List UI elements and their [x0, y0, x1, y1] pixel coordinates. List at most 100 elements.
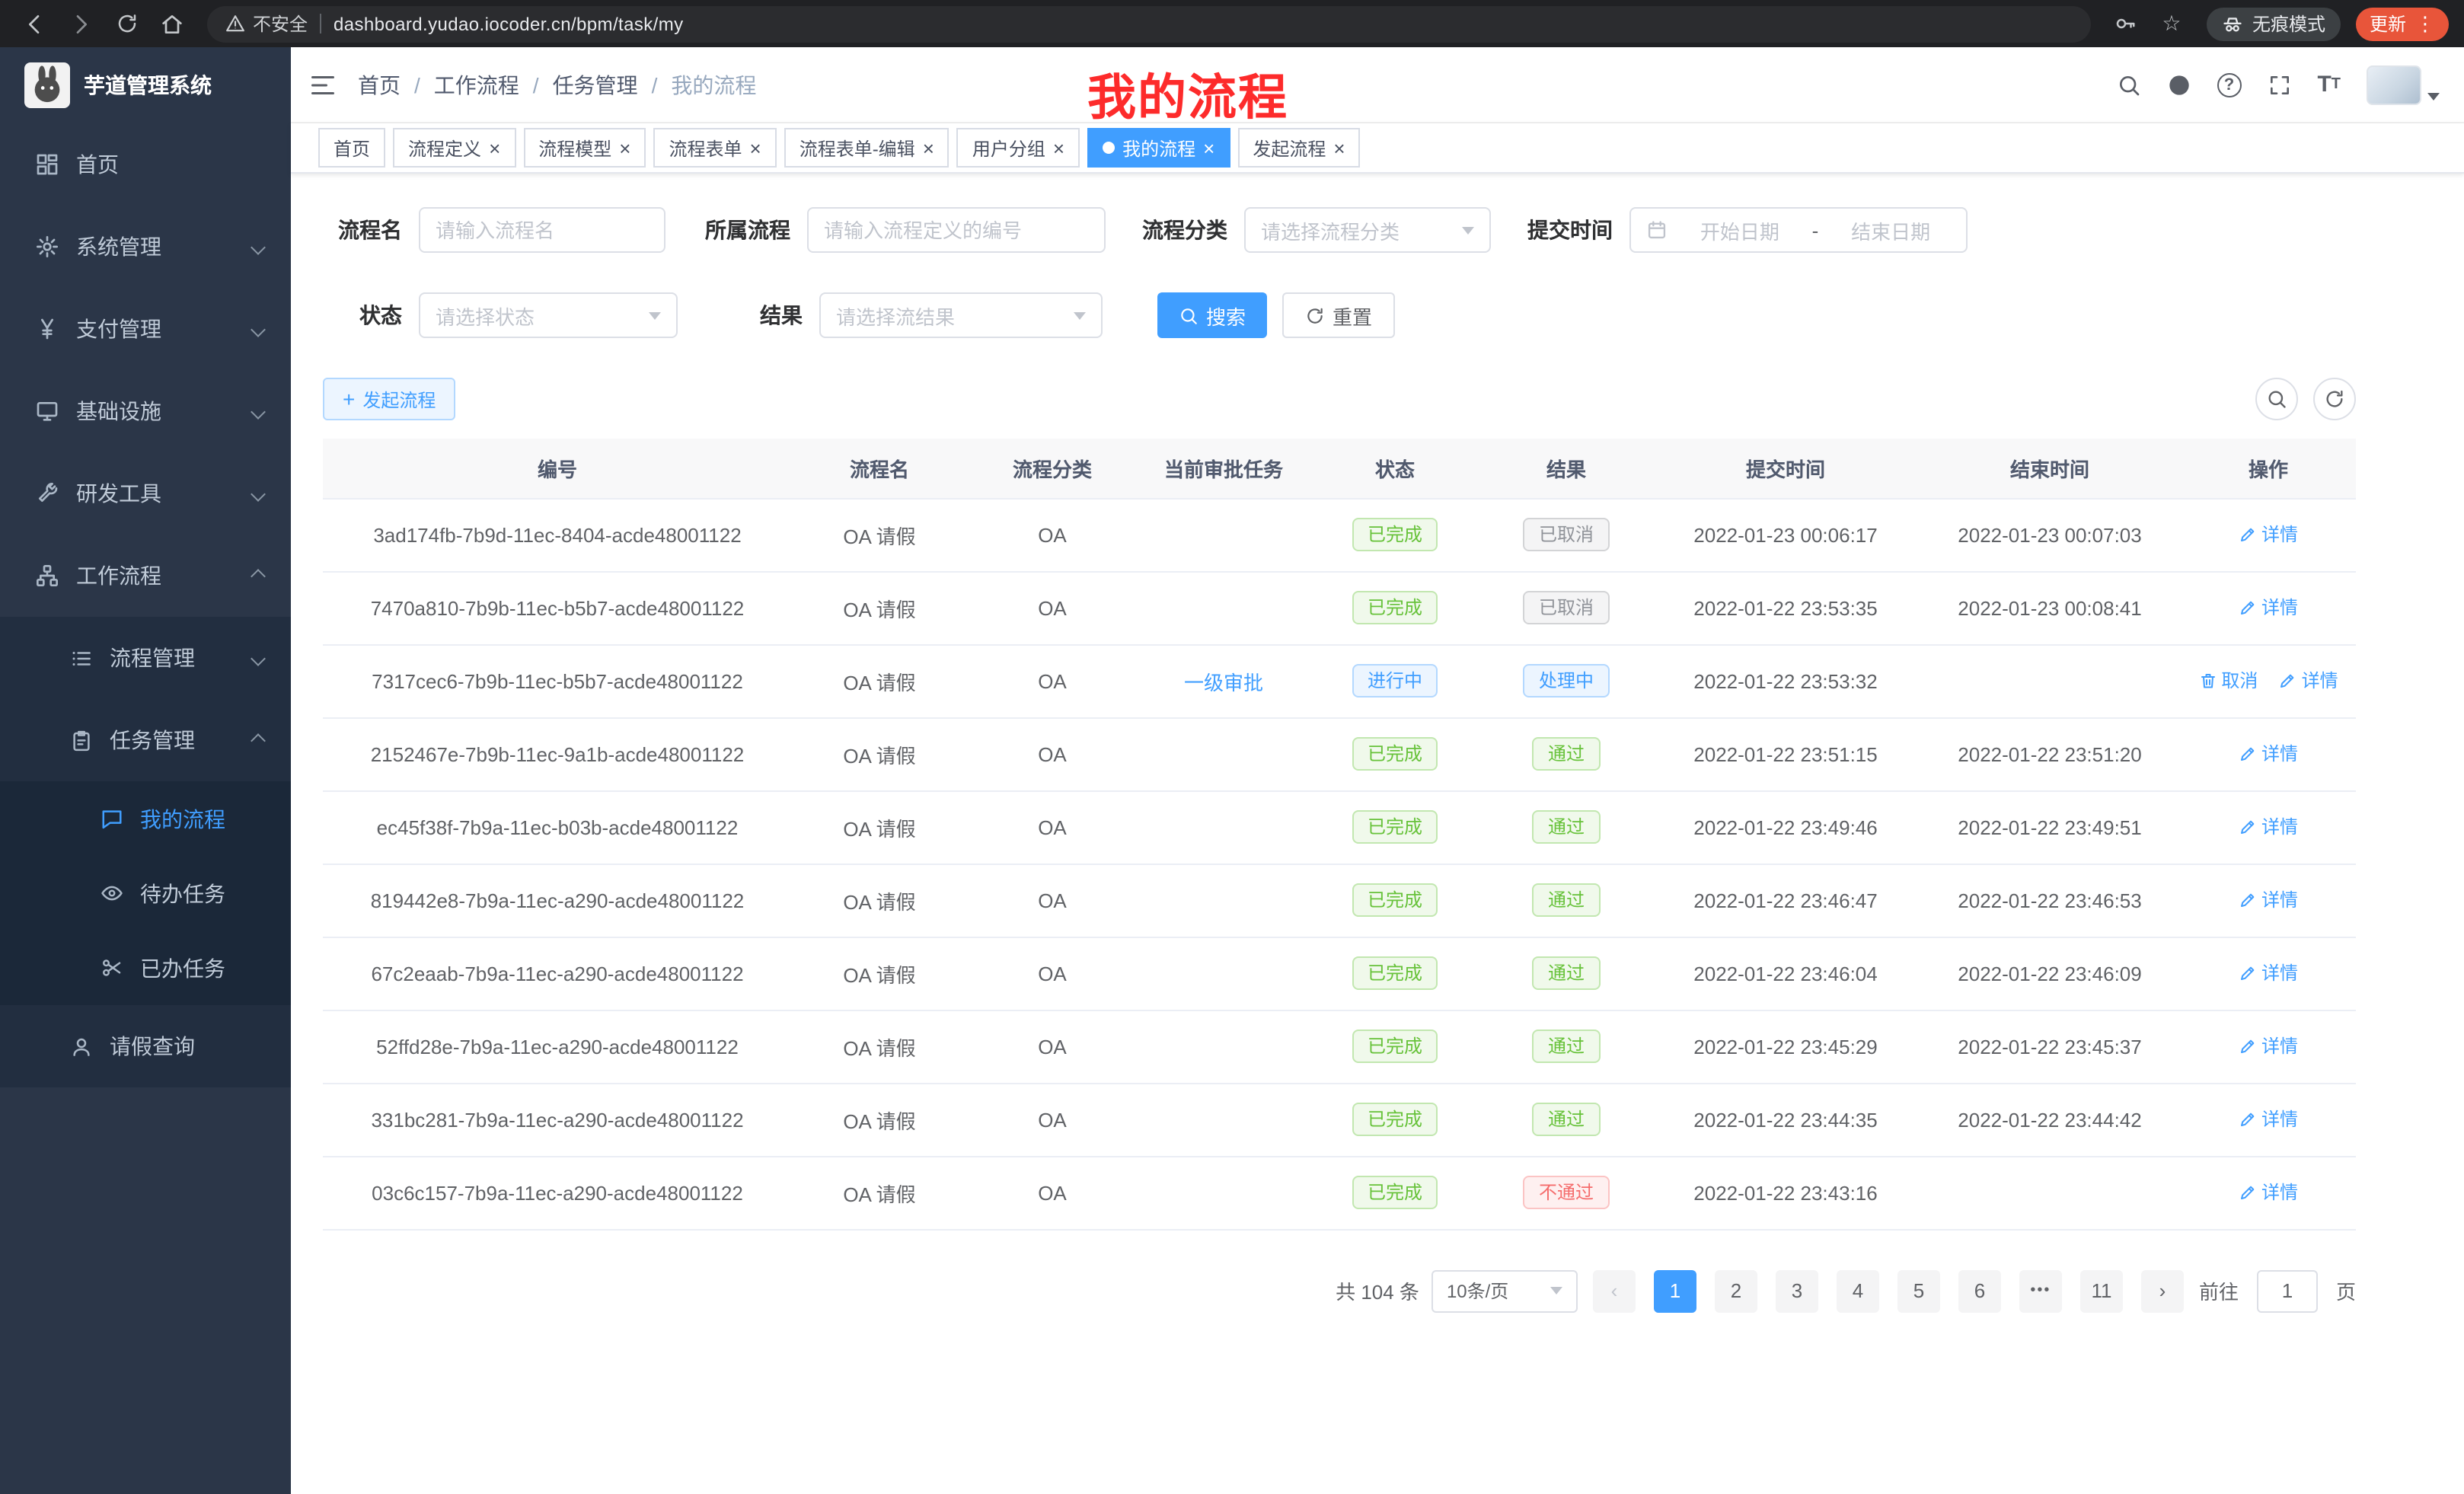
tab-home[interactable]: 首页: [318, 128, 385, 168]
sidebar-toggle-button[interactable]: [309, 71, 337, 98]
page-button-6[interactable]: 6: [1958, 1269, 2001, 1312]
cell-submit-time: 2022-01-22 23:44:35: [1652, 1083, 1919, 1156]
sidebar-item-dev-tools[interactable]: 研发工具: [0, 452, 291, 535]
chevron-down-icon: [251, 321, 266, 337]
toggle-search-button[interactable]: [2255, 378, 2298, 420]
sidebar-item-payment-management[interactable]: 支付管理: [0, 288, 291, 370]
page-button-4[interactable]: 4: [1837, 1269, 1879, 1312]
github-icon: [2166, 72, 2191, 97]
font-size-button[interactable]: TT: [2317, 72, 2341, 97]
cancel-link[interactable]: 取消: [2198, 668, 2258, 694]
page-jump-input[interactable]: [2257, 1269, 2318, 1312]
detail-link[interactable]: 详情: [2239, 1106, 2298, 1132]
approval-task-link[interactable]: 一级审批: [1184, 671, 1263, 694]
github-link[interactable]: [2166, 72, 2191, 97]
detail-link[interactable]: 详情: [2239, 1180, 2298, 1205]
page-size-select[interactable]: 10条/页: [1431, 1269, 1578, 1312]
submit-time-range-picker[interactable]: 开始日期 - 结束日期: [1629, 207, 1968, 253]
cell-category: OA: [967, 498, 1138, 571]
refresh-table-button[interactable]: [2313, 378, 2356, 420]
browser-address-bar[interactable]: 不安全 dashboard.yudao.iocoder.cn/bpm/task/…: [207, 5, 2091, 42]
edit-icon: [2239, 891, 2257, 909]
tab-close-icon[interactable]: ×: [489, 138, 500, 158]
task-management-submenu: 我的流程 待办任务 已办任务: [0, 781, 291, 1005]
sidebar-item-infrastructure[interactable]: 基础设施: [0, 370, 291, 452]
tab-close-icon[interactable]: ×: [1333, 138, 1345, 158]
prev-page-button[interactable]: ‹: [1593, 1269, 1636, 1312]
cell-status: 已完成: [1310, 571, 1480, 644]
page-button-5[interactable]: 5: [1897, 1269, 1940, 1312]
cell-task: [1138, 937, 1310, 1010]
create-process-button[interactable]: + 发起流程: [323, 378, 455, 420]
more-pages-button[interactable]: •••: [2019, 1269, 2062, 1312]
sidebar-item-done-tasks[interactable]: 已办任务: [0, 931, 291, 1005]
tab-process-definition[interactable]: 流程定义 ×: [393, 128, 515, 168]
browser-forward-button[interactable]: [61, 4, 101, 43]
browser-menu-dots-icon[interactable]: ⋮: [2415, 11, 2435, 36]
browser-back-button[interactable]: [15, 4, 55, 43]
detail-link[interactable]: 详情: [2279, 668, 2338, 694]
sidebar-item-workflow[interactable]: 工作流程: [0, 535, 291, 617]
search-button[interactable]: 搜索: [1157, 292, 1267, 338]
tab-close-icon[interactable]: ×: [1203, 138, 1214, 158]
column-header-result: 结果: [1480, 439, 1652, 498]
sidebar-item-task-management[interactable]: 任务管理: [0, 699, 291, 781]
sidebar-item-home[interactable]: 首页: [0, 123, 291, 206]
breadcrumb-item-task-management[interactable]: 任务管理: [553, 69, 638, 100]
site-security-indicator[interactable]: 不安全: [225, 11, 308, 37]
page-button-3[interactable]: 3: [1776, 1269, 1818, 1312]
detail-link[interactable]: 详情: [2239, 1033, 2298, 1059]
process-definition-input[interactable]: [807, 207, 1106, 253]
browser-home-button[interactable]: [152, 4, 192, 43]
user-avatar-menu[interactable]: [2367, 65, 2440, 104]
tab-process-model[interactable]: 流程模型×: [523, 128, 646, 168]
cell-task: 一级审批: [1138, 644, 1310, 717]
result-badge: 通过: [1533, 1030, 1600, 1063]
page-button-1[interactable]: 1: [1654, 1269, 1696, 1312]
tab-close-icon[interactable]: ×: [1053, 138, 1064, 158]
filter-label: 流程分类: [1142, 215, 1227, 245]
detail-link[interactable]: 详情: [2239, 522, 2298, 547]
bookmark-star-icon[interactable]: ☆: [2152, 4, 2191, 43]
browser-update-button[interactable]: 更新 ⋮: [2356, 7, 2449, 40]
browser-reload-button[interactable]: [107, 4, 146, 43]
detail-link[interactable]: 详情: [2239, 814, 2298, 840]
page-button-2[interactable]: 2: [1715, 1269, 1757, 1312]
breadcrumb-item-home[interactable]: 首页: [358, 69, 401, 100]
cell-category: OA: [967, 790, 1138, 864]
sidebar-item-my-process[interactable]: 我的流程: [0, 781, 291, 856]
result-select[interactable]: 请选择流结果: [819, 292, 1103, 338]
tab-process-form-edit[interactable]: 流程表单-编辑×: [784, 128, 950, 168]
reset-button[interactable]: 重置: [1282, 292, 1395, 338]
tab-close-icon[interactable]: ×: [619, 138, 630, 158]
tab-label: 流程定义: [408, 135, 481, 161]
password-key-icon[interactable]: [2106, 4, 2146, 43]
status-select[interactable]: 请选择状态: [419, 292, 678, 338]
process-name-input[interactable]: [419, 207, 665, 253]
detail-link[interactable]: 详情: [2239, 595, 2298, 621]
header-search-button[interactable]: [2116, 72, 2140, 97]
next-page-button[interactable]: ›: [2141, 1269, 2184, 1312]
sidebar-item-todo-tasks[interactable]: 待办任务: [0, 856, 291, 931]
page-button-11[interactable]: 11: [2080, 1269, 2123, 1312]
tab-close-icon[interactable]: ×: [750, 138, 761, 158]
sidebar-item-system-management[interactable]: 系统管理: [0, 206, 291, 288]
detail-link[interactable]: 详情: [2239, 741, 2298, 767]
help-button[interactable]: ?: [2217, 72, 2241, 97]
tab-process-form[interactable]: 流程表单×: [653, 128, 776, 168]
tab-my-process[interactable]: 我的流程×: [1087, 128, 1230, 168]
edit-icon: [2279, 672, 2297, 690]
detail-link[interactable]: 详情: [2239, 887, 2298, 913]
tab-start-process[interactable]: 发起流程×: [1237, 128, 1360, 168]
filter-label: 所属流程: [702, 215, 790, 245]
fullscreen-button[interactable]: [2267, 72, 2291, 97]
status-badge: 已完成: [1352, 1030, 1438, 1063]
sidebar-item-leave-query[interactable]: 请假查询: [0, 1005, 291, 1087]
tab-user-group[interactable]: 用户分组×: [957, 128, 1080, 168]
breadcrumb-item-workflow[interactable]: 工作流程: [434, 69, 519, 100]
tab-close-icon[interactable]: ×: [923, 138, 934, 158]
sidebar-item-process-management[interactable]: 流程管理: [0, 617, 291, 699]
detail-link[interactable]: 详情: [2239, 960, 2298, 986]
cell-actions: 详情: [2181, 1156, 2356, 1229]
category-select[interactable]: 请选择流程分类: [1244, 207, 1491, 253]
